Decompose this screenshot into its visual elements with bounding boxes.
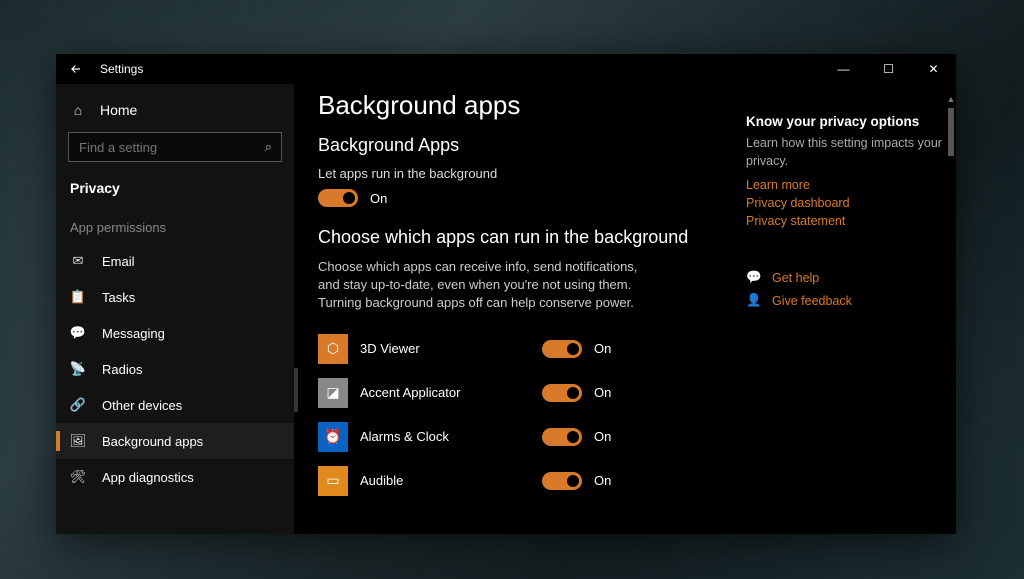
section-description: Choose which apps can receive info, send… [318,258,658,313]
scrollbar[interactable]: ▲ [946,108,956,534]
app-toggle[interactable] [542,384,582,402]
app-icon: ⏰ [318,422,348,452]
window-controls: — ☐ ✕ [821,54,956,84]
master-toggle-state: On [370,191,387,206]
app-name: Alarms & Clock [360,429,530,444]
main-column: Background apps Background Apps Let apps… [294,84,746,534]
master-toggle-row: On [318,189,726,207]
action-label: Get help [772,271,819,285]
app-icon: ▭ [318,466,348,496]
action-label: Give feedback [772,294,852,308]
maximize-button[interactable]: ☐ [866,54,911,84]
close-button[interactable]: ✕ [911,54,956,84]
sidebar-item-tasks[interactable]: 📋 Tasks [56,279,294,315]
scroll-up-icon[interactable]: ▲ [946,94,956,104]
nav-icon: 📋 [70,289,86,305]
master-toggle[interactable] [318,189,358,207]
section-heading-2: Choose which apps can run in the backgro… [318,227,726,248]
app-toggle-state: On [594,341,611,356]
aside-link[interactable]: Learn more [746,178,946,192]
action-icon: 👤 [746,293,760,308]
nav-label: Radios [102,362,142,377]
aside-link[interactable]: Privacy dashboard [746,196,946,210]
nav-icon: 🖼 [70,433,86,449]
section-heading-1: Background Apps [318,135,726,156]
search-container: ⌕ [68,132,282,162]
app-row: ⏰ Alarms & Clock On [318,415,726,459]
sidebar-item-messaging[interactable]: 💬 Messaging [56,315,294,351]
sidebar: ⌂ Home ⌕ Privacy App permissions ✉ Email 📋… [56,84,294,534]
sidebar-item-other-devices[interactable]: 🔗 Other devices [56,387,294,423]
home-icon: ⌂ [70,102,86,118]
nav-label: Tasks [102,290,135,305]
app-toggle[interactable] [542,340,582,358]
app-icon: ◪ [318,378,348,408]
nav-icon: 🔗 [70,397,86,413]
nav-label: Background apps [102,434,203,449]
nav-icon: 🛠 [70,469,86,485]
action-icon: 💬 [746,270,760,285]
aside-action[interactable]: 💬 Get help [746,270,946,285]
app-toggle[interactable] [542,428,582,446]
master-toggle-caption: Let apps run in the background [318,166,726,181]
section-label: App permissions [56,202,294,243]
category-label: Privacy [56,172,294,202]
aside-action[interactable]: 👤 Give feedback [746,293,946,308]
pane-divider [294,368,298,412]
aside-title: Know your privacy options [746,114,946,129]
nav-label: App diagnostics [102,470,194,485]
search-icon: ⌕ [265,139,272,155]
aside-desc: Learn how this setting impacts your priv… [746,135,946,170]
sidebar-item-radios[interactable]: 📡 Radios [56,351,294,387]
back-button[interactable] [56,54,96,84]
nav-icon: ✉ [70,253,86,269]
window-title: Settings [100,62,143,76]
nav-label: Other devices [102,398,182,413]
minimize-button[interactable]: — [821,54,866,84]
app-toggle-state: On [594,429,611,444]
app-name: Audible [360,473,530,488]
app-row: ▭ Audible On [318,459,726,503]
app-name: Accent Applicator [360,385,530,400]
sidebar-item-app-diagnostics[interactable]: 🛠 App diagnostics [56,459,294,495]
nav-icon: 💬 [70,325,86,341]
titlebar: Settings — ☐ ✕ [56,54,956,84]
nav-label: Email [102,254,135,269]
app-toggle-state: On [594,473,611,488]
settings-window: Settings — ☐ ✕ ⌂ Home ⌕ Privacy App perm… [56,54,956,534]
app-name: 3D Viewer [360,341,530,356]
nav-icon: 📡 [70,361,86,377]
home-label: Home [100,102,137,118]
content-area: Background apps Background Apps Let apps… [294,84,956,534]
page-title: Background apps [318,90,726,121]
search-input[interactable] [68,132,282,162]
app-toggle-state: On [594,385,611,400]
sidebar-item-background-apps[interactable]: 🖼 Background apps [56,423,294,459]
app-icon: ⬡ [318,334,348,364]
home-nav[interactable]: ⌂ Home [56,94,294,126]
app-toggle[interactable] [542,472,582,490]
aside-link[interactable]: Privacy statement [746,214,946,228]
app-row: ⬡ 3D Viewer On [318,327,726,371]
sidebar-item-email[interactable]: ✉ Email [56,243,294,279]
nav-label: Messaging [102,326,165,341]
scroll-thumb[interactable] [948,108,954,156]
app-row: ◪ Accent Applicator On [318,371,726,415]
aside-column: Know your privacy options Learn how this… [746,84,956,534]
